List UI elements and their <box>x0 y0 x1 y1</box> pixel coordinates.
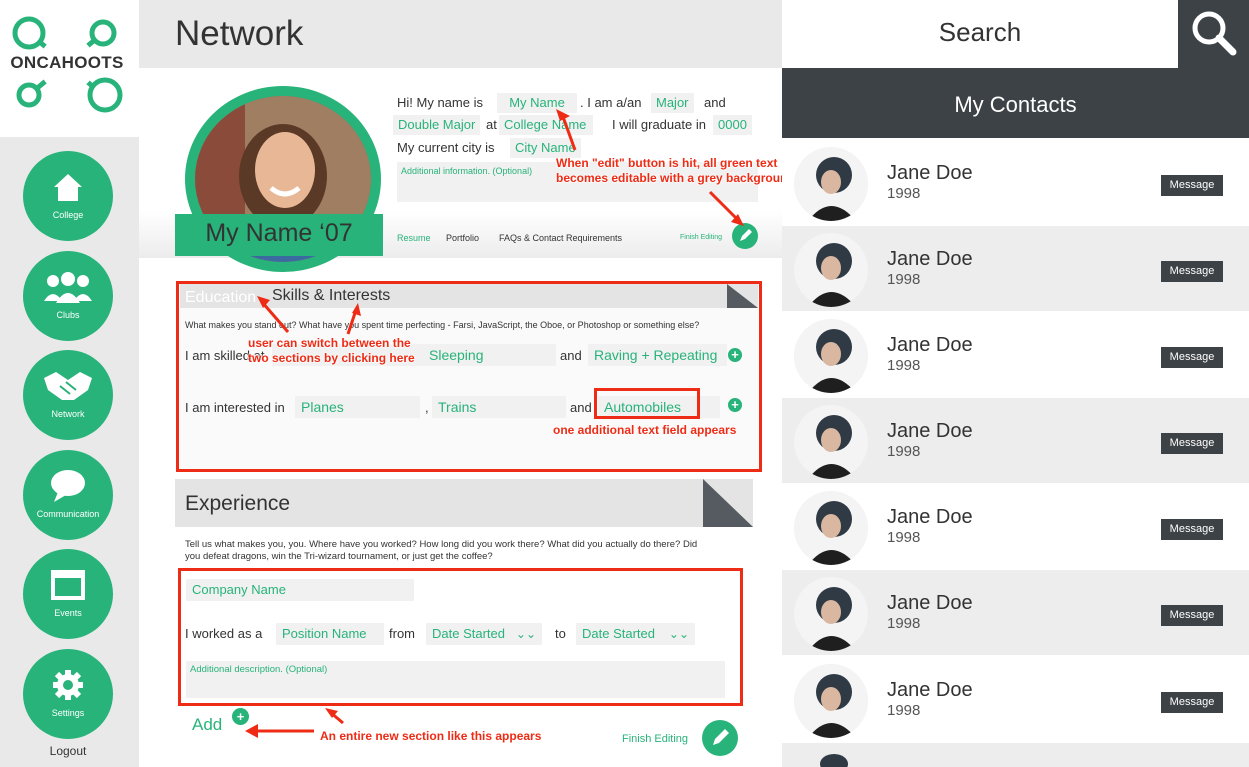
contact-name: Jane Doe <box>887 334 973 356</box>
search-bar[interactable]: Search <box>782 0 1178 68</box>
avatar <box>794 664 868 738</box>
search-icon <box>1192 11 1237 56</box>
contact-year: 1998 <box>887 271 921 288</box>
avatar <box>820 754 848 767</box>
contact-name: Jane Doe <box>887 506 973 528</box>
contact-year: 1998 <box>887 529 921 546</box>
message-button[interactable]: Message <box>1161 175 1223 196</box>
contact-name: Jane Doe <box>887 248 973 270</box>
avatar <box>794 233 868 307</box>
avatar <box>794 577 868 651</box>
avatar <box>794 319 868 393</box>
avatar <box>794 491 868 565</box>
message-button[interactable]: Message <box>1161 347 1223 368</box>
contact-row[interactable]: Jane Doe 1998 Message <box>782 226 1249 311</box>
contact-row[interactable]: Jane Doe 1998 Message <box>782 312 1249 397</box>
contact-name: Jane Doe <box>887 679 973 701</box>
message-button[interactable]: Message <box>1161 433 1223 454</box>
annotation-line: two sections by clicking here <box>248 351 415 365</box>
contacts-header: My Contacts <box>782 68 1249 138</box>
contact-year: 1998 <box>887 702 921 719</box>
contact-year: 1998 <box>887 615 921 632</box>
annotation-section-appears: An entire new section like this appears <box>320 729 542 743</box>
contact-year: 1998 <box>887 185 921 202</box>
contact-name: Jane Doe <box>887 162 973 184</box>
contact-row[interactable]: Jane Doe 1998 Message <box>782 484 1249 569</box>
avatar <box>794 147 868 221</box>
search-button[interactable] <box>1178 0 1249 68</box>
annotation-edit-note: When "edit" button is hit, all green tex… <box>556 156 795 186</box>
contact-name: Jane Doe <box>887 420 973 442</box>
annotation-line: When "edit" button is hit, all green tex… <box>556 156 778 170</box>
annotation-line: user can switch between the <box>248 336 411 350</box>
contact-row[interactable]: Jane Doe 1998 Message <box>782 570 1249 655</box>
contact-row[interactable]: Jane Doe 1998 Message <box>782 140 1249 225</box>
contact-name: Jane Doe <box>887 592 973 614</box>
contact-row-partial <box>782 743 1249 767</box>
search-label: Search <box>938 17 1022 47</box>
avatar <box>794 405 868 479</box>
annotation-field-appears: one additional text field appears <box>553 423 737 437</box>
annotation-switch: user can switch between the two sections… <box>248 336 415 366</box>
contact-year: 1998 <box>887 443 921 460</box>
message-button[interactable]: Message <box>1161 605 1223 626</box>
message-button[interactable]: Message <box>1161 519 1223 540</box>
message-button[interactable]: Message <box>1161 692 1223 713</box>
message-button[interactable]: Message <box>1161 261 1223 282</box>
contact-row[interactable]: Jane Doe 1998 Message <box>782 657 1249 742</box>
contacts-title: My Contacts <box>954 92 1077 117</box>
contact-row[interactable]: Jane Doe 1998 Message <box>782 398 1249 483</box>
contact-year: 1998 <box>887 357 921 374</box>
annotation-line: becomes editable with a grey background <box>556 171 795 185</box>
